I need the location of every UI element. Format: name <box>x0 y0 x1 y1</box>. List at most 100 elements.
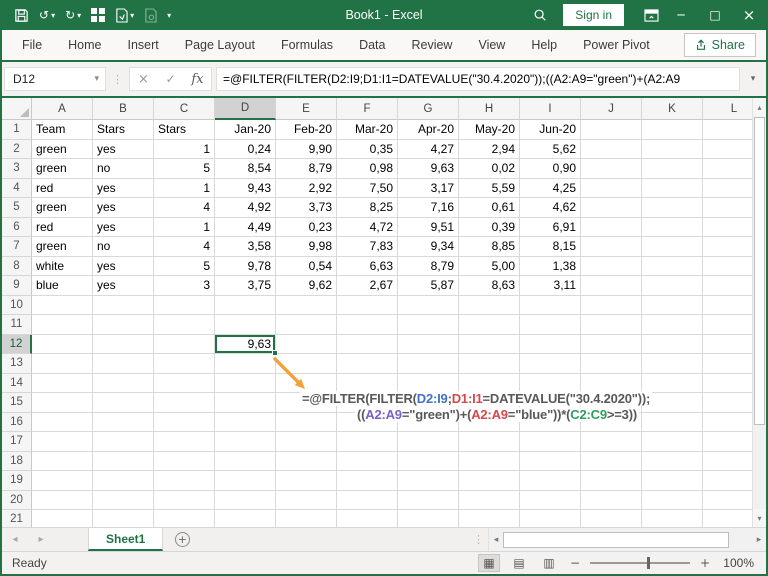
cell-F21[interactable] <box>337 510 398 527</box>
formula-input[interactable]: =@FILTER(FILTER(D2:I9;D1:I1=DATEVALUE("3… <box>216 67 740 91</box>
cell-H6[interactable]: 0,39 <box>459 217 520 237</box>
cancel-icon[interactable]: × <box>130 72 157 87</box>
cell-H18[interactable] <box>459 451 520 471</box>
cell-G2[interactable]: 4,27 <box>398 139 459 159</box>
cell-B10[interactable] <box>93 295 154 315</box>
cell-A17[interactable] <box>32 432 93 452</box>
cell-B3[interactable]: no <box>93 159 154 179</box>
cell-D4[interactable]: 9,43 <box>215 178 276 198</box>
cell-C1[interactable]: Stars <box>154 120 215 140</box>
cell-I1[interactable]: Jun-20 <box>520 120 581 140</box>
cell-B14[interactable] <box>93 373 154 393</box>
cell-J3[interactable] <box>581 159 642 179</box>
cell-E10[interactable] <box>276 295 337 315</box>
cell-H13[interactable] <box>459 354 520 374</box>
cell-I20[interactable] <box>520 490 581 510</box>
cell-K9[interactable] <box>642 276 703 296</box>
cell-C10[interactable] <box>154 295 215 315</box>
ribbon-tab-power-pivot[interactable]: Power Pivot <box>570 30 663 60</box>
cell-D5[interactable]: 4,92 <box>215 198 276 218</box>
cell-D18[interactable] <box>215 451 276 471</box>
ribbon-tab-formulas[interactable]: Formulas <box>268 30 346 60</box>
cell-A16[interactable] <box>32 412 93 432</box>
cell-H10[interactable] <box>459 295 520 315</box>
row-header-3[interactable]: 3 <box>2 159 32 179</box>
cell-F7[interactable]: 7,83 <box>337 237 398 257</box>
cell-K16[interactable] <box>642 412 703 432</box>
cell-K21[interactable] <box>642 510 703 527</box>
cell-D20[interactable] <box>215 490 276 510</box>
cell-B18[interactable] <box>93 451 154 471</box>
cell-K8[interactable] <box>642 256 703 276</box>
cell-B19[interactable] <box>93 471 154 491</box>
cell-I5[interactable]: 4,62 <box>520 198 581 218</box>
cell-G12[interactable] <box>398 334 459 354</box>
cell-J8[interactable] <box>581 256 642 276</box>
cell-E9[interactable]: 9,62 <box>276 276 337 296</box>
cell-I10[interactable] <box>520 295 581 315</box>
ribbon-tab-data[interactable]: Data <box>346 30 398 60</box>
cell-I7[interactable]: 8,15 <box>520 237 581 257</box>
cell-C11[interactable] <box>154 315 215 335</box>
cell-F20[interactable] <box>337 490 398 510</box>
cell-F11[interactable] <box>337 315 398 335</box>
cell-D14[interactable] <box>215 373 276 393</box>
cell-K19[interactable] <box>642 471 703 491</box>
cell-J2[interactable] <box>581 139 642 159</box>
cell-E17[interactable] <box>276 432 337 452</box>
cell-C15[interactable] <box>154 393 215 413</box>
maximize-button[interactable]: □ <box>698 0 732 30</box>
scroll-right-icon[interactable]: ▸ <box>752 535 766 545</box>
zoom-slider-handle[interactable] <box>647 557 650 569</box>
cell-J17[interactable] <box>581 432 642 452</box>
name-box[interactable]: D12 ▾ <box>4 67 106 91</box>
cell-B5[interactable]: yes <box>93 198 154 218</box>
cell-K11[interactable] <box>642 315 703 335</box>
enter-check-icon[interactable]: ✓ <box>157 72 184 86</box>
column-header-J[interactable]: J <box>581 98 642 120</box>
cell-G17[interactable] <box>398 432 459 452</box>
cell-H3[interactable]: 0,02 <box>459 159 520 179</box>
cell-D1[interactable]: Jan-20 <box>215 120 276 140</box>
row-header-17[interactable]: 17 <box>2 432 32 452</box>
redo-button[interactable]: ↻ ▾ <box>61 4 85 26</box>
cell-H12[interactable] <box>459 334 520 354</box>
expand-formula-bar-icon[interactable]: ▾ <box>744 74 762 84</box>
cell-A5[interactable]: green <box>32 198 93 218</box>
page-layout-view-icon[interactable]: ▤ <box>508 554 530 572</box>
cell-E4[interactable]: 2,92 <box>276 178 337 198</box>
cell-G9[interactable]: 5,87 <box>398 276 459 296</box>
column-header-C[interactable]: C <box>154 98 215 120</box>
horizontal-scrollbar-thumb[interactable] <box>503 531 729 548</box>
cell-E7[interactable]: 9,98 <box>276 237 337 257</box>
cell-A9[interactable]: blue <box>32 276 93 296</box>
cell-D17[interactable] <box>215 432 276 452</box>
cell-J13[interactable] <box>581 354 642 374</box>
sign-in-button[interactable]: Sign in <box>563 4 624 26</box>
column-header-F[interactable]: F <box>337 98 398 120</box>
cell-C6[interactable]: 1 <box>154 217 215 237</box>
cell-D15[interactable] <box>215 393 276 413</box>
cell-C9[interactable]: 3 <box>154 276 215 296</box>
cell-F6[interactable]: 4,72 <box>337 217 398 237</box>
cell-F17[interactable] <box>337 432 398 452</box>
cell-E1[interactable]: Feb-20 <box>276 120 337 140</box>
cell-B12[interactable] <box>93 334 154 354</box>
scroll-left-icon[interactable]: ◂ <box>489 535 503 545</box>
cell-C13[interactable] <box>154 354 215 374</box>
column-header-D[interactable]: D <box>215 98 276 120</box>
column-header-I[interactable]: I <box>520 98 581 120</box>
cell-H2[interactable]: 2,94 <box>459 139 520 159</box>
save-icon[interactable] <box>10 4 33 26</box>
cell-G3[interactable]: 9,63 <box>398 159 459 179</box>
ribbon-tab-review[interactable]: Review <box>398 30 465 60</box>
search-icon[interactable] <box>527 0 553 30</box>
row-header-10[interactable]: 10 <box>2 295 32 315</box>
cell-C3[interactable]: 5 <box>154 159 215 179</box>
cell-C19[interactable] <box>154 471 215 491</box>
cell-A20[interactable] <box>32 490 93 510</box>
cell-F1[interactable]: Mar-20 <box>337 120 398 140</box>
new-sheet-button[interactable]: + <box>163 528 201 551</box>
undo-button[interactable]: ↺ ▾ <box>35 4 59 26</box>
cell-F12[interactable] <box>337 334 398 354</box>
